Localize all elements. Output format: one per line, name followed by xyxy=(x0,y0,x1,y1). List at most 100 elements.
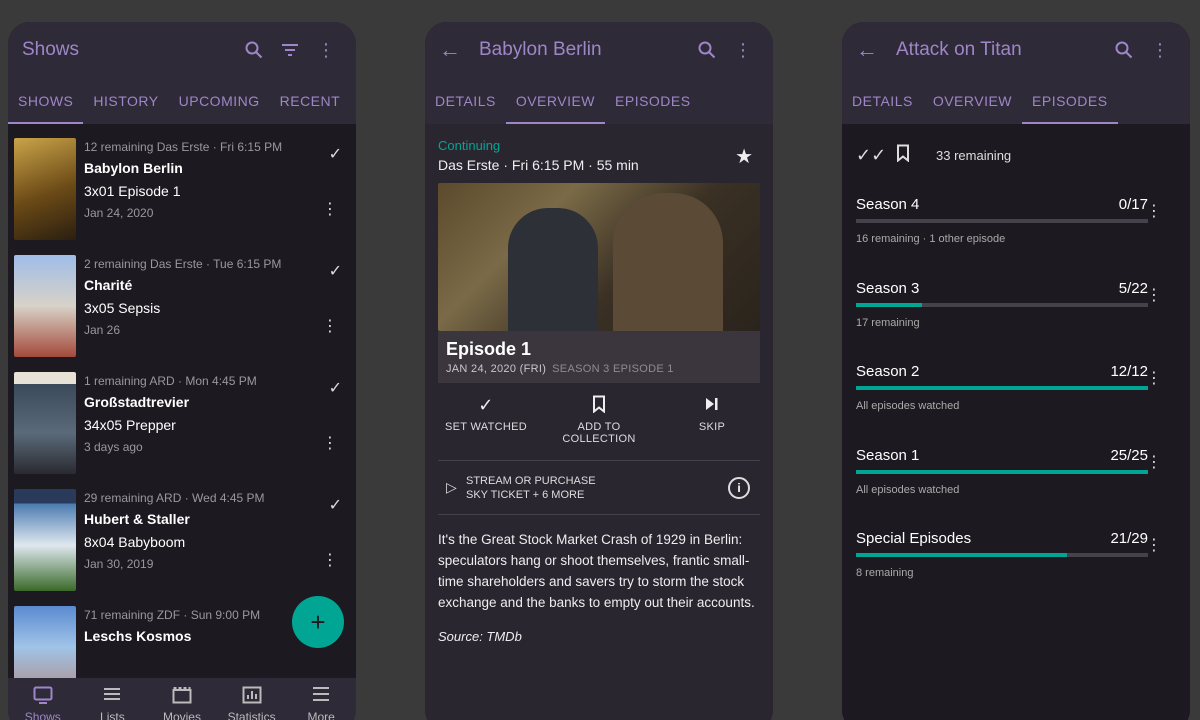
watched-check-icon[interactable]: ✓ xyxy=(329,144,342,164)
remaining-count: 33 remaining xyxy=(936,147,1012,163)
seasons-toolbar: ✓✓ 33 remaining xyxy=(856,124,1176,186)
tab-recent[interactable]: RECENT xyxy=(270,78,351,124)
show-poster xyxy=(14,372,76,474)
more-vert-icon[interactable]: ⋮ xyxy=(725,32,761,68)
season-note: 17 remaining xyxy=(856,316,920,329)
more-vert-icon[interactable]: ⋮ xyxy=(1146,371,1162,387)
app-bar: Shows ⋮ xyxy=(8,22,356,78)
more-vert-icon[interactable]: ⋮ xyxy=(1146,204,1162,220)
tab-shows[interactable]: SHOWS xyxy=(8,78,84,124)
search-icon[interactable] xyxy=(1106,32,1142,68)
episode-header: Episode 1 JAN 24, 2020 (FRI) SEASON 3 EPI… xyxy=(438,331,760,383)
more-vert-icon[interactable]: ⋮ xyxy=(322,553,338,569)
nav-label: Shows xyxy=(24,710,61,720)
more-vert-icon[interactable]: ⋮ xyxy=(322,202,338,218)
list-item[interactable]: 29 remaining ARD · Wed 4:45 PM Hubert & … xyxy=(8,475,356,592)
add-to-collection-button[interactable]: ADD TO COLLECTION xyxy=(551,395,647,460)
show-name: Hubert & Staller xyxy=(84,511,190,527)
tab-details[interactable]: DETAILS xyxy=(842,78,923,124)
more-vert-icon[interactable]: ⋮ xyxy=(322,319,338,335)
status-label: Continuing xyxy=(438,138,501,153)
stream-label: STREAM OR PURCHASE xyxy=(466,474,596,487)
tab-overview[interactable]: OVERVIEW xyxy=(505,78,606,124)
set-watched-button[interactable]: ✓ SET WATCHED xyxy=(438,395,534,460)
season-count: 21/29 xyxy=(1110,530,1148,547)
tab-details[interactable]: DETAILS xyxy=(425,78,506,124)
episode-date: Jan 26 xyxy=(84,323,121,337)
tab-episodes[interactable]: EPISODES xyxy=(605,78,701,124)
episode-number: SEASON 3 EPISODE 1 xyxy=(552,363,674,375)
movie-icon xyxy=(172,686,192,708)
episode-date: Jan 30, 2019 xyxy=(84,557,154,571)
list-icon xyxy=(102,686,122,708)
season-row[interactable]: Season 1 25/25 All episodes watched ⋮ xyxy=(856,437,1176,521)
nav-more[interactable]: More xyxy=(286,678,356,720)
season-progress-bar xyxy=(856,469,1148,474)
show-meta: 29 remaining ARD · Wed 4:45 PM xyxy=(84,491,265,505)
double-check-icon[interactable]: ✓✓ xyxy=(856,145,896,166)
bookmark-icon xyxy=(551,395,647,421)
season-note: All episodes watched xyxy=(856,400,960,412)
add-show-button[interactable]: + xyxy=(292,596,344,648)
app-bar: ← Babylon Berlin ⋮ xyxy=(425,22,773,78)
stream-providers: SKY TICKET + 6 MORE xyxy=(466,488,585,501)
watched-check-icon[interactable]: ✓ xyxy=(329,261,342,281)
list-item[interactable]: 2 remaining Das Erste · Tue 6:15 PM Char… xyxy=(8,241,356,358)
more-vert-icon[interactable]: ⋮ xyxy=(308,32,344,68)
check-icon: ✓ xyxy=(478,395,494,415)
season-row[interactable]: Special Episodes 21/29 8 remaining ⋮ xyxy=(856,520,1176,604)
bookmark-icon[interactable] xyxy=(896,144,936,167)
action-label: ADD TO xyxy=(577,421,621,433)
watched-check-icon[interactable]: ✓ xyxy=(329,378,342,398)
tab-upcoming[interactable]: UPCOMING xyxy=(169,78,270,124)
shows-screen: Shows ⋮ SHOWS HISTORY UPCOMING RECENT 12… xyxy=(8,22,356,720)
tab-overview[interactable]: OVERVIEW xyxy=(923,78,1022,124)
stream-purchase-row[interactable]: ▷ STREAM OR PURCHASE SKY TICKET + 6 MORE… xyxy=(438,461,760,515)
season-row[interactable]: Season 2 12/12 All episodes watched ⋮ xyxy=(856,353,1176,437)
more-vert-icon[interactable]: ⋮ xyxy=(1142,32,1178,68)
search-icon[interactable] xyxy=(689,32,725,68)
overview-content: Continuing Das Erste · Fri 6:15 PM · 55 … xyxy=(425,124,773,720)
next-episode: 34x05 Prepper xyxy=(84,417,176,433)
tab-history[interactable]: HISTORY xyxy=(83,78,168,124)
filter-icon[interactable] xyxy=(272,32,308,68)
network-time: Das Erste · Fri 6:15 PM · 55 min xyxy=(438,157,639,173)
season-row[interactable]: Season 3 5/22 17 remaining ⋮ xyxy=(856,270,1176,354)
info-icon[interactable]: i xyxy=(728,476,750,499)
nav-shows[interactable]: Shows xyxy=(8,678,78,720)
nav-statistics[interactable]: Statistics xyxy=(217,678,287,720)
bottom-nav: Shows Lists Movies Statistics More xyxy=(8,678,356,720)
skip-button[interactable]: SKIP xyxy=(664,395,760,460)
show-poster xyxy=(14,606,76,678)
more-vert-icon[interactable]: ⋮ xyxy=(1146,287,1162,304)
star-icon[interactable]: ★ xyxy=(735,144,753,169)
seasons-content: ✓✓ 33 remaining Season 4 0/17 16 remainin… xyxy=(842,124,1190,720)
back-arrow-icon[interactable]: ← xyxy=(856,37,896,63)
next-episode: 3x01 Episode 1 xyxy=(84,183,181,199)
episode-date: JAN 24, 2020 (FRI) xyxy=(446,363,547,375)
episode-date: Jan 24, 2020 xyxy=(84,206,154,220)
more-vert-icon[interactable]: ⋮ xyxy=(322,436,338,452)
season-count: 12/12 xyxy=(1110,363,1148,380)
menu-icon xyxy=(311,686,331,708)
show-overview-screen: ← Babylon Berlin ⋮ DETAILS OVERVIEW EPIS… xyxy=(425,22,773,720)
tab-episodes[interactable]: EPISODES xyxy=(1022,78,1118,124)
search-icon[interactable] xyxy=(236,32,272,68)
show-poster xyxy=(14,138,76,240)
episode-date: 3 days ago xyxy=(84,440,143,454)
season-note: 16 remaining · 1 other episode xyxy=(856,233,1006,245)
season-count: 0/17 xyxy=(1118,196,1148,213)
action-label: SET WATCHED xyxy=(445,421,527,433)
nav-lists[interactable]: Lists xyxy=(78,678,148,720)
watched-check-icon[interactable]: ✓ xyxy=(329,495,342,515)
list-item[interactable]: 12 remaining Das Erste · Fri 6:15 PM Bab… xyxy=(8,124,356,241)
season-row[interactable]: Season 4 0/17 16 remaining · 1 other epis… xyxy=(856,186,1176,270)
nav-movies[interactable]: Movies xyxy=(147,678,217,720)
back-arrow-icon[interactable]: ← xyxy=(439,37,479,63)
more-vert-icon[interactable]: ⋮ xyxy=(1146,538,1162,554)
list-item[interactable]: 1 remaining ARD · Mon 4:45 PM Großstadtr… xyxy=(8,358,356,475)
show-name: Charité xyxy=(84,277,133,293)
more-vert-icon[interactable]: ⋮ xyxy=(1146,454,1162,471)
show-meta: 2 remaining Das Erste · Tue 6:15 PM xyxy=(84,257,282,271)
seasons-screen: ← Attack on Titan ⋮ DETAILS OVERVIEW EPI… xyxy=(842,22,1190,720)
